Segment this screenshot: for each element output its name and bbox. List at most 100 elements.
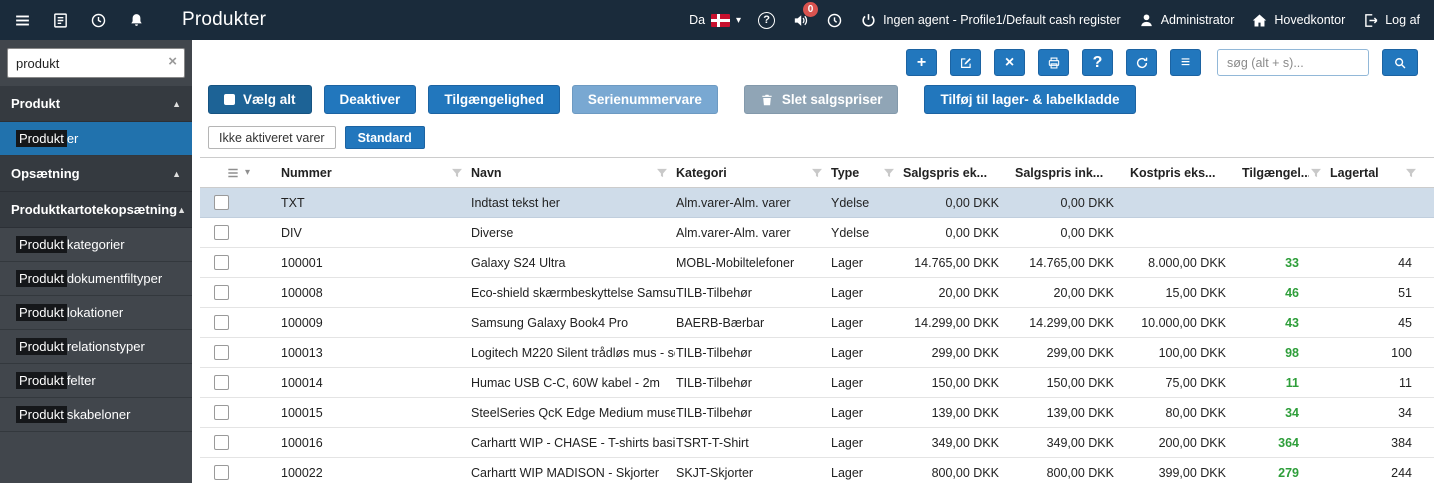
clear-search-icon[interactable]: × — [168, 54, 177, 69]
inactive-items-button[interactable]: Ikke aktiveret varer — [208, 126, 336, 149]
cell-lagertal: 384 — [1329, 436, 1424, 450]
row-checkbox[interactable] — [214, 195, 229, 210]
search-button[interactable] — [1382, 49, 1418, 76]
table-row[interactable]: 100009Samsung Galaxy Book4 ProBAERB-Bærb… — [200, 308, 1434, 338]
cell-kategori: TILB-Tilbehør — [675, 286, 830, 300]
column-header-tilgaengelig[interactable]: Tilgængel... — [1241, 158, 1329, 187]
search-input[interactable] — [1217, 49, 1369, 76]
add-to-stock-label-button[interactable]: Tilføj til lager- & labelkladde — [924, 85, 1135, 114]
cell-kategori: TILB-Tilbehør — [675, 376, 830, 390]
language-selector[interactable]: Da ▾ — [689, 13, 741, 27]
table-row[interactable]: TXTIndtast tekst herAlm.varer-Alm. varer… — [200, 188, 1434, 218]
history-icon[interactable] — [826, 12, 843, 29]
agent-status[interactable]: Ingen agent - Profile1/Default cash regi… — [860, 12, 1121, 29]
sidebar-item[interactable]: Produktfelter — [0, 364, 192, 398]
edit-button[interactable] — [950, 49, 981, 76]
add-button[interactable]: + — [906, 49, 937, 76]
print-button[interactable] — [1038, 49, 1069, 76]
sidebar-search-input[interactable] — [7, 48, 185, 78]
topbar: Produkter Da ▾ ? 0 Ingen agent - Profile… — [0, 0, 1434, 40]
collapse-up-icon[interactable]: ▲ — [172, 99, 181, 109]
availability-label: Tilgængelighed — [444, 92, 544, 107]
sidebar-item[interactable]: Produktskabeloner — [0, 398, 192, 432]
journal-icon[interactable] — [52, 12, 69, 29]
cell-salgspris_ink: 150,00 DKK — [1014, 376, 1129, 390]
sidebar-group-header[interactable]: Produkt▲ — [0, 86, 192, 122]
table-row[interactable]: DIVDiverseAlm.varer-Alm. varerYdelse0,00… — [200, 218, 1434, 248]
select-all-button[interactable]: Vælg alt — [208, 85, 312, 114]
speaker-icon[interactable]: 0 — [792, 12, 809, 29]
column-header-navn[interactable]: Navn — [470, 158, 675, 187]
cell-lagertal: 45 — [1329, 316, 1424, 330]
row-checkbox[interactable] — [214, 375, 229, 390]
bell-icon[interactable] — [128, 12, 145, 29]
row-checkbox[interactable] — [214, 435, 229, 450]
row-checkbox[interactable] — [214, 225, 229, 240]
column-header-salgspris-inkl[interactable]: Salgspris ink... — [1014, 158, 1129, 187]
column-header-nummer[interactable]: Nummer — [280, 158, 470, 187]
column-header-type[interactable]: Type — [830, 158, 902, 187]
filter-icon[interactable] — [1309, 166, 1323, 180]
filter-icon[interactable] — [1404, 166, 1418, 180]
sidebar-group-header[interactable]: Produktkartotekopsætning▲ — [0, 192, 192, 228]
sidebar-item[interactable]: Produktkategorier — [0, 228, 192, 262]
sidebar-group-header[interactable]: Opsætning▲ — [0, 156, 192, 192]
view-standard-button[interactable]: Standard — [345, 126, 425, 149]
column-header-kostpris[interactable]: Kostpris eks... — [1129, 158, 1241, 187]
row-checkbox[interactable] — [214, 285, 229, 300]
sidebar-item[interactable]: Produktrelationstyper — [0, 330, 192, 364]
collapse-up-icon[interactable]: ▲ — [172, 169, 181, 179]
search-match-highlight: Produkt — [16, 372, 67, 389]
filter-icon[interactable] — [450, 166, 464, 180]
availability-button[interactable]: Tilgængelighed — [428, 85, 560, 114]
deactivate-button[interactable]: Deaktiver — [324, 85, 417, 114]
logout-button[interactable]: Log af — [1362, 12, 1420, 29]
product-table: ▾ Nummer Navn Kategori Ty — [200, 157, 1434, 483]
close-button[interactable]: × — [994, 49, 1025, 76]
filter-icon[interactable] — [655, 166, 669, 180]
office-menu[interactable]: Hovedkontor — [1251, 12, 1345, 29]
table-row[interactable]: 100001Galaxy S24 UltraMOBL-Mobiltelefone… — [200, 248, 1434, 278]
filter-icon[interactable] — [882, 166, 896, 180]
search-match-highlight: Produkt — [16, 406, 67, 423]
column-header-kategori[interactable]: Kategori — [675, 158, 830, 187]
help-icon[interactable]: ? — [758, 12, 775, 29]
row-checkbox[interactable] — [214, 405, 229, 420]
table-row[interactable]: 100015SteelSeries QcK Edge Medium muse..… — [200, 398, 1434, 428]
row-checkbox[interactable] — [214, 315, 229, 330]
table-row[interactable]: 100013Logitech M220 Silent trådløs mus -… — [200, 338, 1434, 368]
sidebar-item[interactable]: Produktlokationer — [0, 296, 192, 330]
table-row[interactable]: 100022Carhartt WIP MADISON - SkjorterSKJ… — [200, 458, 1434, 483]
table-row[interactable]: 100016Carhartt WIP - CHASE - T-shirts ba… — [200, 428, 1434, 458]
menu-icon[interactable] — [14, 12, 31, 29]
row-checkbox[interactable] — [214, 255, 229, 270]
row-select-cell — [200, 315, 280, 330]
search-match-highlight: Produkt — [16, 130, 67, 147]
column-header-salgspris-ekskl[interactable]: Salgspris ek... — [902, 158, 1014, 187]
row-checkbox[interactable] — [214, 345, 229, 360]
table-row[interactable]: 100014Humac USB C-C, 60W kabel - 2mTILB-… — [200, 368, 1434, 398]
list-view-button[interactable]: ≡ — [1170, 49, 1201, 76]
help-button[interactable]: ? — [1082, 49, 1113, 76]
cell-tilgaengelig: 33 — [1241, 256, 1329, 270]
row-select-cell — [200, 435, 280, 450]
sidebar-item[interactable]: Produkter — [0, 122, 192, 156]
column-options[interactable]: ▾ — [200, 158, 280, 187]
column-header-lagertal[interactable]: Lagertal — [1329, 158, 1424, 187]
collapse-up-icon[interactable]: ▲ — [177, 205, 186, 215]
serial-number-button[interactable]: Serienummervare — [572, 85, 718, 114]
clock-icon[interactable] — [90, 12, 107, 29]
cell-salgspris_ek: 0,00 DKK — [902, 226, 1014, 240]
pencil-icon — [959, 56, 973, 70]
filter-icon[interactable] — [810, 166, 824, 180]
cell-tilgaengelig: 364 — [1241, 436, 1329, 450]
trash-icon — [760, 93, 774, 107]
table-row[interactable]: 100008Eco-shield skærmbeskyttelse Samsu.… — [200, 278, 1434, 308]
refresh-button[interactable] — [1126, 49, 1157, 76]
cell-tilgaengelig: 34 — [1241, 406, 1329, 420]
cell-salgspris_ek: 14.299,00 DKK — [902, 316, 1014, 330]
user-menu[interactable]: Administrator — [1138, 12, 1235, 29]
delete-sales-prices-button[interactable]: Slet salgspriser — [744, 85, 899, 114]
row-checkbox[interactable] — [214, 465, 229, 480]
sidebar-item[interactable]: Produktdokumentfiltyper — [0, 262, 192, 296]
